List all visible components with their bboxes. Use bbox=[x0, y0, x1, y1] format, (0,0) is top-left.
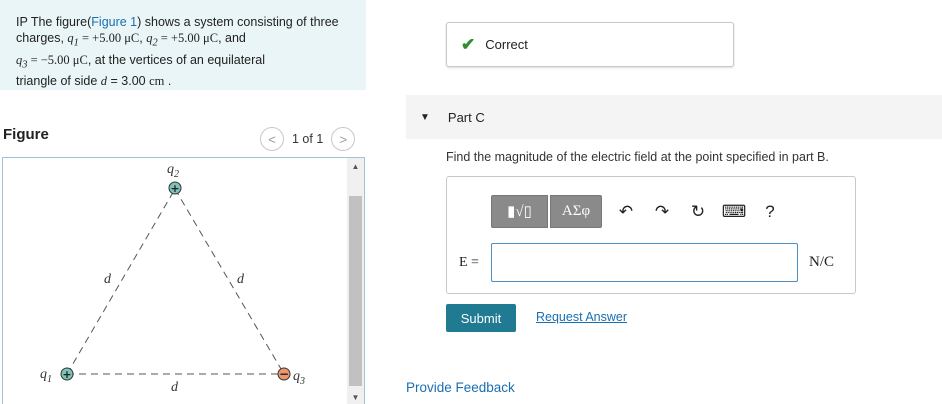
figure-title: Figure bbox=[3, 126, 49, 143]
triangle-diagram: + + − q2 q1 q3 d d d bbox=[40, 162, 305, 395]
redo-icon: ↷ bbox=[654, 201, 670, 221]
figure-scrollbar[interactable]: ▲ ▼ bbox=[347, 158, 364, 404]
side-left-line bbox=[66, 188, 176, 375]
q2-symbol: q2 bbox=[146, 31, 158, 49]
symbols-label: ΑΣφ bbox=[561, 203, 591, 219]
undo-icon: ↶ bbox=[618, 201, 634, 221]
plus-icon: + bbox=[62, 368, 71, 381]
answer-unit: N/C bbox=[809, 254, 835, 270]
math-toolbar: ▮√▯ ΑΣφ ↶ ↷ ↻ ⌨ ? bbox=[491, 195, 788, 228]
q1-value: = +5.00 μC bbox=[78, 31, 140, 45]
prev-figure-button[interactable]: < bbox=[260, 127, 284, 151]
symbols-button[interactable]: ΑΣφ bbox=[550, 195, 602, 228]
figure-link[interactable]: Figure 1 bbox=[91, 15, 137, 29]
q1-symbol: q1 bbox=[67, 31, 79, 49]
redo-button[interactable]: ↷ bbox=[644, 195, 680, 228]
checkmark-icon: ✔ bbox=[461, 34, 476, 54]
collapse-triangle-icon[interactable]: ▼ bbox=[420, 112, 430, 123]
problem-line-2: charges, q1 = +5.00 μC, q2 = +5.00 μC, a… bbox=[16, 31, 246, 49]
part-title: Part C bbox=[447, 109, 485, 125]
pager-count: 1 of 1 bbox=[292, 132, 324, 146]
reset-icon: ↻ bbox=[690, 201, 706, 221]
label-q2: q2 bbox=[167, 162, 179, 180]
label-q1: q1 bbox=[40, 367, 52, 385]
help-icon: ? bbox=[765, 201, 775, 221]
problem-text: , at the vertices of an equilateral bbox=[87, 52, 266, 67]
answer-input[interactable] bbox=[491, 243, 798, 282]
figure-pager: < 1 of 1 > bbox=[260, 127, 356, 151]
problem-text: charges, bbox=[16, 31, 68, 45]
problem-text: ) shows a system consisting of three bbox=[137, 15, 339, 29]
submit-button[interactable]: Submit bbox=[446, 304, 516, 332]
request-answer-link[interactable]: Request Answer bbox=[536, 310, 627, 324]
next-figure-button[interactable]: > bbox=[331, 127, 356, 151]
reset-button[interactable]: ↻ bbox=[680, 195, 716, 228]
templates-button[interactable]: ▮√▯ bbox=[491, 195, 548, 228]
problem-text: IP The figure( bbox=[16, 15, 92, 29]
problem-text: , and bbox=[218, 31, 246, 45]
provide-feedback-link[interactable]: Provide Feedback bbox=[406, 380, 515, 395]
keyboard-icon: ⌨ bbox=[721, 201, 747, 221]
answer-box: ▮√▯ ΑΣφ ↶ ↷ ↻ ⌨ ? E = N/C bbox=[446, 176, 856, 294]
scroll-up-arrow-icon[interactable]: ▲ bbox=[347, 162, 364, 171]
label-side-left: d bbox=[104, 272, 112, 287]
side-unit: cm bbox=[149, 74, 165, 88]
problem-line-3: q3 = −5.00 μC, at the vertices of an equ… bbox=[16, 52, 352, 74]
chevron-right-icon: > bbox=[339, 131, 348, 147]
keyboard-button[interactable]: ⌨ bbox=[716, 195, 752, 228]
help-button[interactable]: ? bbox=[752, 195, 788, 228]
minus-icon: − bbox=[279, 367, 289, 381]
scrollbar-thumb[interactable] bbox=[349, 196, 362, 386]
problem-text: triangle of side bbox=[16, 74, 101, 88]
plus-icon: + bbox=[170, 182, 179, 195]
answer-label: E = bbox=[459, 255, 479, 270]
problem-line-1: IP The figure(Figure 1) shows a system c… bbox=[16, 14, 352, 30]
side-right-line bbox=[174, 188, 285, 375]
q2-value: = +5.00 μC bbox=[157, 31, 219, 45]
q3-value: = −5.00 μC bbox=[27, 52, 88, 67]
part-c-header[interactable]: ▼ Part C bbox=[406, 95, 942, 139]
chevron-left-icon: < bbox=[268, 131, 276, 147]
correct-status-box: ✔ Correct bbox=[446, 22, 734, 67]
label-q3: q3 bbox=[293, 369, 305, 387]
undo-button[interactable]: ↶ bbox=[608, 195, 644, 228]
templates-icon: ▮√▯ bbox=[507, 204, 532, 220]
status-text: Correct bbox=[485, 37, 528, 52]
q3-symbol: q3 bbox=[16, 52, 28, 71]
figure-panel: + + − q2 q1 q3 d d d ▲ ▼ bbox=[2, 157, 365, 404]
side-value: = 3.00 bbox=[107, 74, 150, 88]
scroll-down-arrow-icon[interactable]: ▼ bbox=[347, 393, 364, 402]
question-text: Find the magnitude of the electric field… bbox=[446, 150, 829, 164]
label-side-bottom: d bbox=[171, 380, 179, 395]
problem-statement: IP The figure(Figure 1) shows a system c… bbox=[0, 0, 366, 90]
label-side-right: d bbox=[237, 272, 245, 287]
problem-line-4: triangle of side d = 3.00 cm . bbox=[16, 74, 172, 88]
